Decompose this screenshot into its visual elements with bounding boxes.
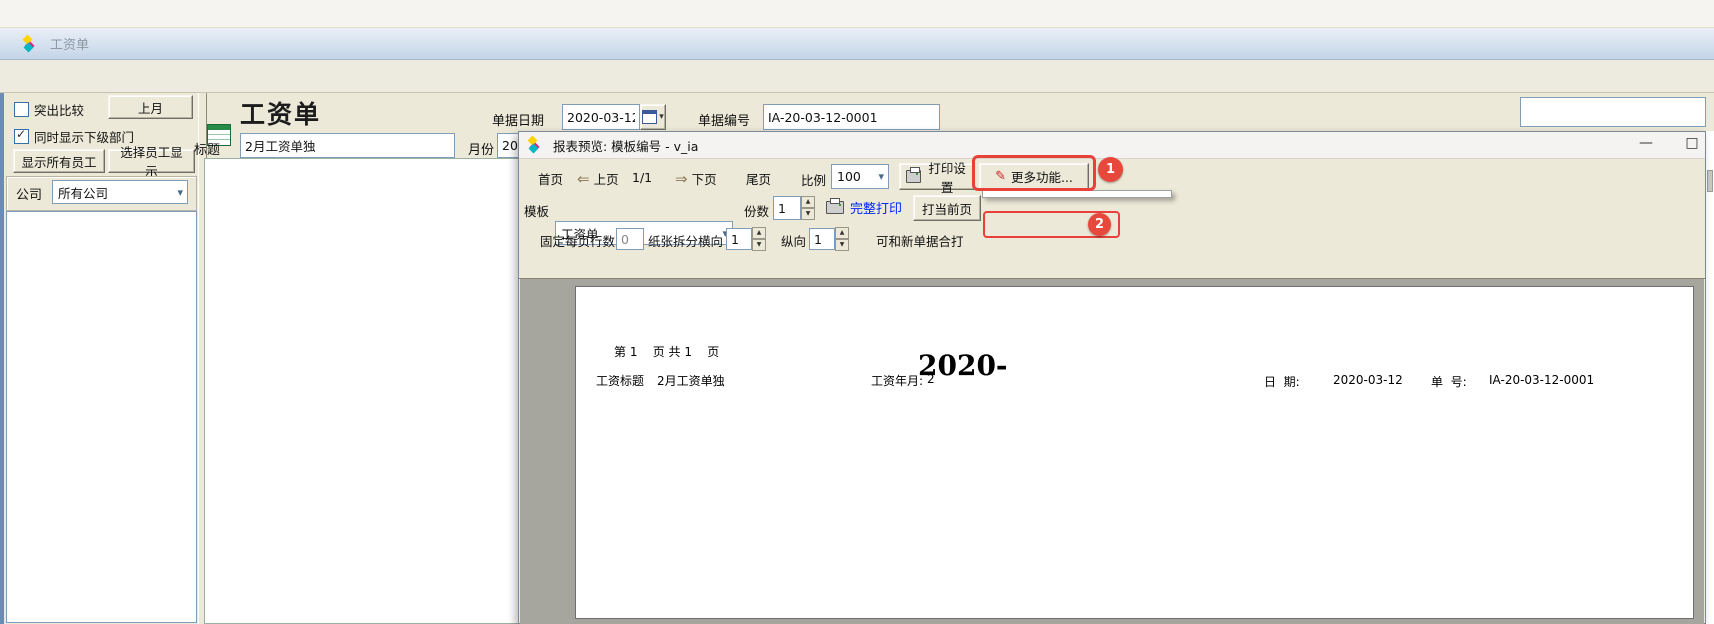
prev-page-label: 上页 (594, 169, 619, 188)
print-setup-button[interactable]: 打印设置 (899, 163, 975, 190)
report-date-value: 2020-03-12 (1333, 373, 1403, 387)
select-employees-button[interactable]: 选择员工显示 (108, 149, 195, 173)
printer-icon (826, 201, 844, 214)
minimize-button[interactable]: — (1631, 135, 1661, 151)
preview-page: 第 1 页 共 1 页 2020- 工资标题 2月工资单独 工资年月: 2 日 … (575, 286, 1694, 619)
report-no-value: IA-20-03-12-0001 (1489, 373, 1594, 387)
report-no-label: 单 号: (1431, 373, 1467, 390)
compare-checkbox[interactable] (14, 102, 29, 117)
report-preview-dialog: 报表预览: 模板编号 - v_ia — □ 首页 ⇐ 上页 1/1 ⇒ 下页 尾… (518, 131, 1706, 624)
employee-grid-area (204, 158, 524, 624)
caption-input[interactable] (240, 133, 455, 158)
template-label: 模板 (524, 201, 549, 220)
dialog-title-bar[interactable]: 报表预览: 模板编号 - v_ia (519, 132, 1705, 159)
fixed-rows-input[interactable] (616, 228, 644, 250)
dialog-title: 报表预览: 模板编号 - v_ia (553, 136, 698, 155)
page-count-text: 第 1 页 共 1 页 (614, 343, 719, 360)
copies-input[interactable] (773, 196, 801, 220)
company-tree (7, 212, 196, 215)
split-v-input[interactable] (809, 228, 835, 250)
company-tree-panel (6, 211, 197, 623)
page-indicator: 1/1 (632, 170, 652, 185)
next-page-label: 下页 (692, 169, 717, 188)
report-date-label: 日 期: (1264, 373, 1300, 390)
split-h-label: 纸张拆分横向 (648, 231, 723, 250)
month-label: 月份 (468, 139, 494, 158)
annotation-step2-badge: 2 (1088, 213, 1111, 236)
dialog-tabs (519, 253, 1705, 279)
zoom-label: 比例 (801, 170, 826, 189)
next-page-button[interactable]: ⇒ 下页 (675, 169, 717, 188)
app-icon (22, 35, 40, 53)
top-right-panel (1520, 97, 1706, 127)
split-v-label: 纵向 (781, 231, 806, 250)
dock-strip (1706, 131, 1714, 624)
document-title: 工资单 (50, 34, 89, 53)
document-title-bar: 工资单 (0, 28, 1714, 60)
doc-no-input[interactable] (763, 104, 940, 130)
prev-page-button[interactable]: ⇐ 上页 (577, 169, 619, 188)
zoom-select[interactable]: 100 (831, 164, 889, 189)
prev-month-button[interactable]: 上月 (108, 95, 193, 119)
caption-label: 标题 (194, 139, 220, 158)
split-v-stepper[interactable]: ▲▼ (835, 227, 849, 251)
annotation-step1-badge: 1 (1098, 157, 1123, 182)
doc-date-input[interactable] (562, 104, 640, 130)
preview-area[interactable]: 第 1 页 共 1 页 2020- 工资标题 2月工资单独 工资年月: 2 日 … (520, 279, 1704, 624)
merge-print-label: 可和新单据合打 (876, 231, 964, 250)
last-page-button[interactable]: 尾页 (746, 169, 771, 188)
split-h-stepper[interactable]: ▲▼ (752, 227, 766, 251)
copies-stepper[interactable]: ▲▼ (801, 196, 815, 220)
full-print-label: 完整打印 (850, 198, 902, 217)
page-title: 工资单 (240, 95, 321, 131)
dock-handle-icon[interactable] (1707, 170, 1713, 192)
salary-title-value: 2月工资单独 (657, 372, 725, 389)
main-toolbar (0, 60, 1714, 93)
print-setup-label: 打印设置 (926, 158, 968, 196)
compare-checkbox-row: 突出比较 (14, 100, 84, 119)
company-label: 公司 (16, 184, 42, 203)
maximize-button[interactable]: □ (1677, 135, 1707, 151)
show-sub-depts-checkbox[interactable] (14, 129, 29, 144)
compare-label: 突出比较 (34, 100, 84, 119)
doc-no-label: 单据编号 (698, 110, 750, 129)
company-select-value: 所有公司 (58, 183, 108, 202)
next-page-icon: ⇒ (675, 170, 688, 188)
more-functions-menu (982, 190, 1172, 198)
zoom-value: 100 (837, 169, 861, 184)
calendar-icon (642, 110, 657, 124)
menu-bar (0, 0, 1714, 28)
window-frame-edge (0, 93, 4, 624)
print-current-page-button[interactable]: 打当前页 (913, 195, 981, 221)
salary-month-value: 2 (927, 372, 935, 386)
company-select[interactable]: 所有公司 (52, 180, 188, 204)
dialog-icon (527, 136, 545, 154)
copies-label: 份数 (744, 201, 769, 220)
date-picker-button[interactable]: ▾ (640, 104, 666, 130)
salary-month-label: 工资年月: (871, 372, 923, 389)
first-page-button[interactable]: 首页 (538, 169, 563, 188)
prev-page-icon: ⇐ (577, 170, 590, 188)
salary-title-label: 工资标题 (596, 372, 644, 389)
fixed-rows-label: 固定每页行数 (540, 231, 615, 250)
doc-date-label: 单据日期 (492, 110, 544, 129)
split-h-input[interactable] (726, 228, 752, 250)
annotation-box-step1 (972, 155, 1096, 191)
full-print-button[interactable]: 完整打印 (826, 198, 902, 217)
show-all-employees-button[interactable]: 显示所有员工 (13, 149, 105, 173)
app-window: 工资单 突出比较 上月 同时显示下级部门 显示所有员工 选择员工显示 公司 所有… (0, 0, 1714, 624)
printer-icon (906, 170, 921, 183)
